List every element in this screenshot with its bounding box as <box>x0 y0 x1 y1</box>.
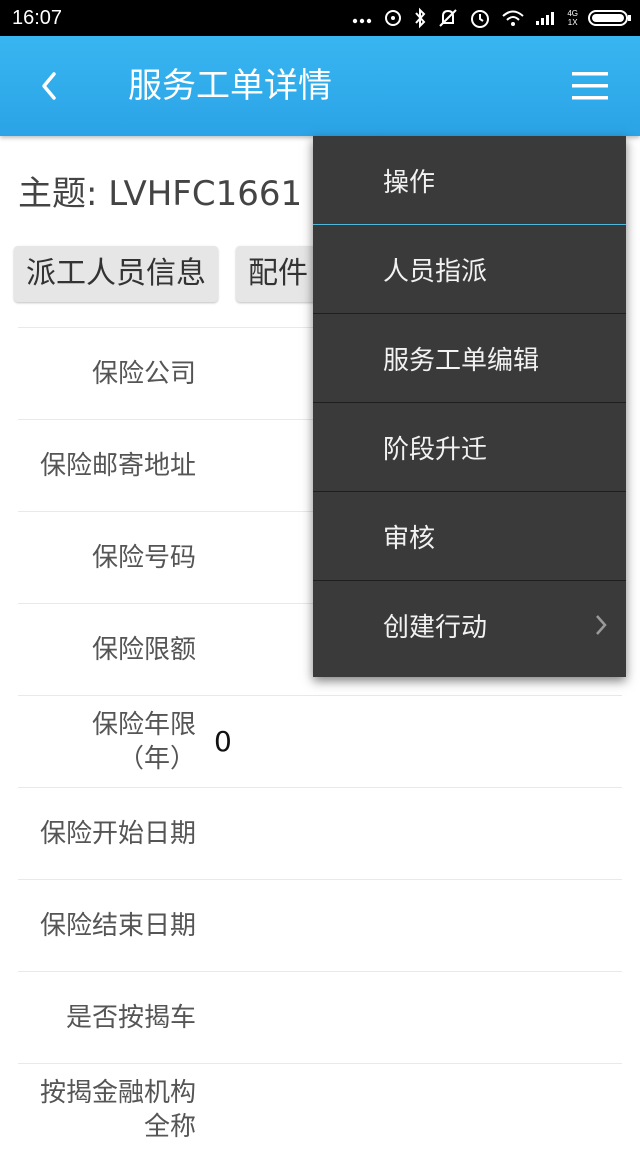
subject-title: 主题: LVHFC1661 <box>18 174 303 214</box>
row-label: 保险号码 <box>91 542 196 573</box>
tab-dispatch-info[interactable]: 派工人员信息 <box>14 246 218 302</box>
page-title: 服务工单详情 <box>128 66 332 106</box>
battery-icon <box>588 10 631 26</box>
form-row: 保险结束日期 <box>18 879 622 971</box>
row-label: 保险公司 <box>91 358 196 389</box>
alarm-icon <box>385 10 402 26</box>
form-row: 保险年限 （年） 0 <box>18 695 622 787</box>
row-label: 保险邮寄地址 <box>39 450 196 481</box>
form-row: 是否按揭车 <box>18 971 622 1063</box>
menu-icon[interactable] <box>566 66 618 106</box>
row-label: 保险限额 <box>91 634 196 665</box>
mute-icon <box>439 9 458 27</box>
actions-menu: 操作 人员指派 服务工单编辑 阶段升迁 审核 创建行动 <box>313 136 626 677</box>
menu-item-stage-advance[interactable]: 阶段升迁 <box>313 403 626 492</box>
row-value[interactable]: 0 <box>214 696 232 787</box>
bluetooth-icon <box>415 7 426 29</box>
row-label: 保险开始日期 <box>39 818 196 849</box>
row-label: 保险结束日期 <box>39 910 196 941</box>
menu-item-review[interactable]: 审核 <box>313 492 626 581</box>
dots-icon <box>353 18 372 24</box>
menu-item-assign[interactable]: 人员指派 <box>313 225 626 314</box>
form-row: 按揭金融机构 全称 <box>18 1063 622 1155</box>
chevron-right-icon <box>596 615 607 635</box>
status-bar: 16:07 4G 1X <box>0 0 640 36</box>
signal-icon <box>536 12 555 25</box>
form-row: 保险开始日期 <box>18 787 622 879</box>
menu-item-label: 创建行动 <box>383 613 488 643</box>
row-label: 按揭金融机构 全称 <box>39 1077 196 1142</box>
menu-header: 操作 <box>313 136 626 225</box>
status-icons: 4G 1X <box>351 0 632 36</box>
app-bar: 服务工单详情 <box>0 36 640 136</box>
wifi-icon <box>502 10 524 26</box>
menu-item-create-action[interactable]: 创建行动 <box>313 581 626 670</box>
tab-bar: 派工人员信息 配件 <box>14 246 320 302</box>
tab-parts[interactable]: 配件 <box>236 246 320 302</box>
status-time: 16:07 <box>12 7 63 29</box>
back-button[interactable] <box>28 62 72 110</box>
row-label: 保险年限 （年） <box>91 709 196 774</box>
network-type: 4G 1X <box>567 9 578 27</box>
row-label: 是否按揭车 <box>65 1002 196 1033</box>
menu-item-edit[interactable]: 服务工单编辑 <box>313 314 626 403</box>
clock-icon <box>471 10 490 28</box>
